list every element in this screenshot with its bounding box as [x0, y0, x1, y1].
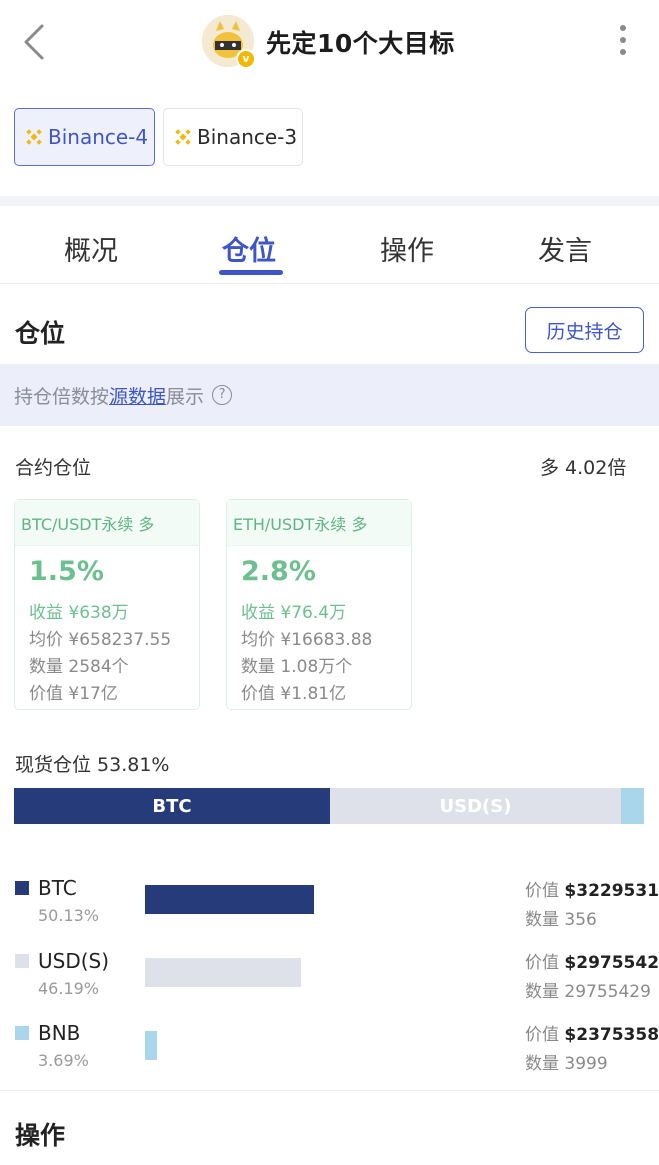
card-avg-price: 均价 ¥16683.88 — [241, 630, 373, 650]
contract-position-label: 合约仓位 — [15, 457, 92, 479]
holding-name-bnb: BNB — [38, 1021, 81, 1045]
card-profit: 收益 ¥638万 — [29, 603, 129, 623]
tab-overview[interactable]: 概况 — [64, 229, 118, 268]
holding-pct-bnb: 3.69% — [38, 1051, 89, 1070]
spot-position-label: 现货仓位 53.81% — [15, 754, 170, 776]
spot-bar-btc-label: BTC — [152, 795, 192, 817]
card-avg-price: 均价 ¥658237.55 — [29, 630, 172, 650]
spot-bar-usd-label: USD(S) — [439, 795, 512, 817]
card-return-pct: 1.5% — [29, 556, 104, 587]
page-title: 先定10个大目标 — [266, 29, 455, 58]
contract-card-eth[interactable]: ETH/USDT永续 多 2.8% 收益 ¥76.4万 均价 ¥16683.88… — [226, 499, 412, 710]
notice-prefix: 持仓倍数按 — [14, 385, 110, 408]
section-title-operations: 操作 — [15, 1121, 66, 1150]
binance-logo-icon — [26, 129, 42, 145]
tab-position[interactable]: 仓位 — [222, 229, 276, 268]
leverage-notice: 持仓倍数按 源数据 展示 ? — [0, 364, 659, 426]
holding-bar-bnb — [145, 1031, 157, 1060]
account-chip-binance-4[interactable]: Binance-4 — [14, 108, 155, 166]
contract-card-btc[interactable]: BTC/USDT永续 多 1.5% 收益 ¥638万 均价 ¥658237.55… — [14, 499, 200, 710]
section-title-position: 仓位 — [15, 319, 66, 348]
verified-badge: v — [236, 49, 256, 69]
bnb-legend-square — [15, 1026, 29, 1040]
tab-posts[interactable]: 发言 — [538, 229, 592, 268]
active-tab-indicator — [219, 270, 283, 275]
holding-qty-usd: 数量 29755429 — [525, 982, 651, 1002]
value-amount: $29755429 — [564, 953, 659, 973]
card-value: 价值 ¥17亿 — [29, 684, 118, 704]
spot-bar-usd-segment: USD(S) — [330, 788, 621, 824]
account-label: Binance-3 — [197, 125, 298, 149]
back-arrow-icon[interactable] — [18, 22, 52, 62]
value-amount: $32295319 — [564, 881, 659, 901]
holding-value-bnb: 价值 $2375358 — [525, 1020, 659, 1045]
spot-bar-bnb-segment — [621, 788, 644, 824]
spot-bar-btc-segment: BTC — [14, 788, 330, 824]
more-menu-icon[interactable] — [612, 22, 634, 62]
holding-value-usd: 价值 $29755429 — [525, 948, 659, 973]
contract-leverage: 多 4.02倍 — [540, 457, 627, 479]
holding-qty-btc: 数量 356 — [525, 910, 597, 930]
source-data-link[interactable]: 源数据 — [109, 382, 166, 409]
help-icon[interactable]: ? — [212, 385, 233, 405]
value-prefix: 价值 — [525, 953, 559, 973]
value-amount: $2375358 — [564, 1025, 659, 1045]
top-bar: v 先定10个大目标 — [0, 0, 659, 84]
holding-bar-btc — [145, 885, 314, 914]
usd-legend-square — [15, 954, 29, 968]
tab-operations[interactable]: 操作 — [380, 229, 434, 268]
card-pair: ETH/USDT永续 多 — [227, 500, 411, 546]
holding-bar-usd — [145, 958, 301, 987]
divider — [0, 1090, 659, 1091]
notice-suffix: 展示 — [166, 385, 205, 408]
account-label: Binance-4 — [48, 125, 149, 149]
account-chip-binance-3[interactable]: Binance-3 — [163, 108, 303, 166]
holding-pct-usd: 46.19% — [38, 979, 100, 998]
card-quantity: 数量 1.08万个 — [241, 657, 353, 677]
holding-value-btc: 价值 $32295319 — [525, 876, 659, 901]
holding-qty-bnb: 数量 3999 — [525, 1054, 608, 1074]
card-quantity: 数量 2584个 — [29, 657, 129, 677]
section-separator — [0, 196, 659, 206]
value-prefix: 价值 — [525, 1025, 559, 1045]
holding-name-btc: BTC — [38, 876, 77, 900]
card-value: 价值 ¥1.81亿 — [241, 684, 347, 704]
value-prefix: 价值 — [525, 881, 559, 901]
history-positions-button[interactable]: 历史持仓 — [525, 307, 644, 353]
divider — [0, 283, 659, 284]
btc-legend-square — [15, 881, 29, 895]
card-pair: BTC/USDT永续 多 — [15, 500, 199, 546]
holding-name-usd: USD(S) — [38, 949, 110, 973]
card-profit: 收益 ¥76.4万 — [241, 603, 347, 623]
card-return-pct: 2.8% — [241, 556, 316, 587]
binance-logo-icon — [175, 129, 191, 145]
holding-pct-btc: 50.13% — [38, 906, 100, 925]
